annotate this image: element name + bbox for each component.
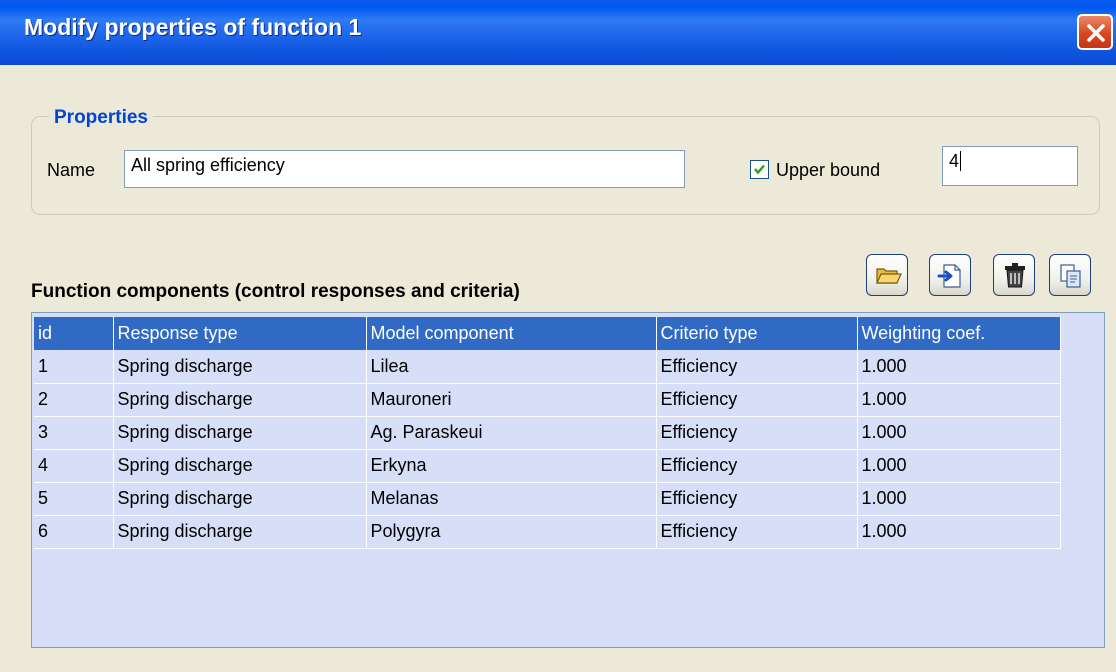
cell-weighting-coef: 1.000 bbox=[857, 449, 1061, 483]
table-header-row: id Response type Model component Criteri… bbox=[34, 317, 1061, 350]
cell-id: 3 bbox=[34, 416, 114, 450]
name-field-value: All spring efficiency bbox=[131, 155, 285, 175]
trash-icon bbox=[1005, 263, 1025, 288]
column-header-id[interactable]: id bbox=[34, 317, 114, 350]
cell-model-component: Polygyra bbox=[366, 515, 657, 549]
cell-weighting-coef: 1.000 bbox=[857, 482, 1061, 516]
cell-weighting-coef: 1.000 bbox=[857, 383, 1061, 417]
cell-response-type: Spring discharge bbox=[113, 350, 367, 384]
upper-bound-value: 4 bbox=[949, 151, 960, 171]
column-header-criterio-type[interactable]: Criterio type bbox=[656, 317, 858, 350]
cell-id: 5 bbox=[34, 482, 114, 516]
delete-button[interactable] bbox=[993, 254, 1035, 296]
cell-criterio-type: Efficiency bbox=[656, 482, 858, 516]
cell-response-type: Spring discharge bbox=[113, 482, 367, 516]
cell-weighting-coef: 1.000 bbox=[857, 350, 1061, 384]
title-bar[interactable]: Modify properties of function 1 bbox=[0, 0, 1116, 65]
components-table[interactable]: id Response type Model component Criteri… bbox=[31, 312, 1105, 648]
upper-bound-label: Upper bound bbox=[776, 160, 881, 180]
import-icon bbox=[937, 264, 961, 288]
name-label: Name bbox=[47, 160, 96, 180]
cell-criterio-type: Efficiency bbox=[656, 416, 858, 450]
open-button[interactable] bbox=[866, 254, 908, 296]
components-title: Function components (control responses a… bbox=[31, 281, 520, 302]
cell-model-component: Mauroneri bbox=[366, 383, 657, 417]
cell-response-type: Spring discharge bbox=[113, 449, 367, 483]
cell-model-component: Erkyna bbox=[366, 449, 657, 483]
upper-bound-field[interactable]: 4 bbox=[942, 146, 1078, 186]
table-row[interactable]: 6 Spring discharge Polygyra Efficiency 1… bbox=[34, 515, 1061, 549]
cell-response-type: Spring discharge bbox=[113, 416, 367, 450]
import-button[interactable] bbox=[929, 254, 971, 296]
checkmark-icon bbox=[754, 164, 765, 175]
window-title: Modify properties of function 1 bbox=[24, 14, 362, 40]
cell-criterio-type: Efficiency bbox=[656, 449, 858, 483]
cell-model-component: Melanas bbox=[366, 482, 657, 516]
cell-response-type: Spring discharge bbox=[113, 515, 367, 549]
components-grid: id Response type Model component Criteri… bbox=[34, 317, 1061, 549]
table-row[interactable]: 4 Spring discharge Erkyna Efficiency 1.0… bbox=[34, 449, 1061, 483]
cell-weighting-coef: 1.000 bbox=[857, 515, 1061, 549]
cell-response-type: Spring discharge bbox=[113, 383, 367, 417]
dialog-window: Modify properties of function 1 Properti… bbox=[0, 0, 1116, 672]
cell-criterio-type: Efficiency bbox=[656, 515, 858, 549]
copy-icon bbox=[1060, 264, 1081, 288]
cell-id: 2 bbox=[34, 383, 114, 417]
close-icon bbox=[1087, 24, 1105, 42]
table-row[interactable]: 1 Spring discharge Lilea Efficiency 1.00… bbox=[34, 350, 1061, 384]
cell-weighting-coef: 1.000 bbox=[857, 416, 1061, 450]
column-header-weighting-coef[interactable]: Weighting coef. bbox=[857, 317, 1061, 350]
table-row[interactable]: 2 Spring discharge Mauroneri Efficiency … bbox=[34, 383, 1061, 417]
copy-button[interactable] bbox=[1049, 254, 1091, 296]
table-row[interactable]: 5 Spring discharge Melanas Efficiency 1.… bbox=[34, 482, 1061, 516]
upper-bound-checkbox[interactable] bbox=[750, 160, 769, 179]
column-header-model-component[interactable]: Model component bbox=[366, 317, 657, 350]
text-caret bbox=[960, 151, 962, 171]
name-field[interactable]: All spring efficiency bbox=[124, 150, 685, 188]
cell-id: 6 bbox=[34, 515, 114, 549]
cell-model-component: Lilea bbox=[366, 350, 657, 384]
column-header-response-type[interactable]: Response type bbox=[113, 317, 367, 350]
properties-legend: Properties bbox=[49, 107, 153, 129]
cell-criterio-type: Efficiency bbox=[656, 383, 858, 417]
cell-id: 4 bbox=[34, 449, 114, 483]
open-folder-icon bbox=[876, 268, 902, 284]
close-button[interactable] bbox=[1077, 14, 1113, 50]
cell-criterio-type: Efficiency bbox=[656, 350, 858, 384]
table-row[interactable]: 3 Spring discharge Ag. Paraskeui Efficie… bbox=[34, 416, 1061, 450]
cell-id: 1 bbox=[34, 350, 114, 384]
cell-model-component: Ag. Paraskeui bbox=[366, 416, 657, 450]
